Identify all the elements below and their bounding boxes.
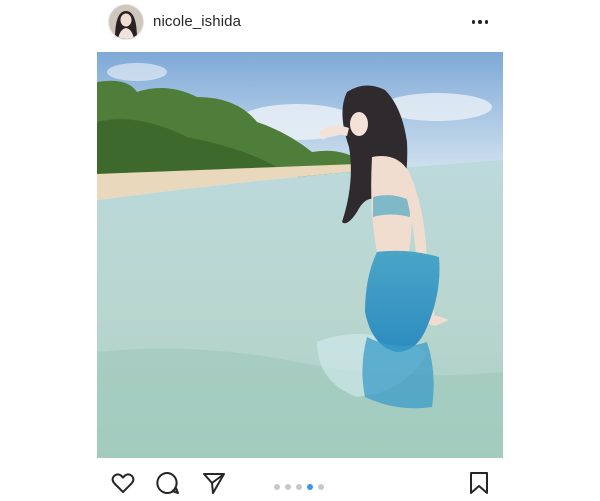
carousel-dot <box>296 484 302 490</box>
avatar[interactable] <box>108 4 144 40</box>
carousel-dot <box>285 484 291 490</box>
bookmark-icon[interactable] <box>466 470 492 496</box>
carousel-indicator <box>274 484 324 490</box>
carousel-dot <box>274 484 280 490</box>
more-options-icon[interactable] <box>468 12 492 32</box>
action-bar <box>0 462 600 500</box>
post-image <box>97 52 503 458</box>
username-link[interactable]: nicole_ishida <box>153 13 241 30</box>
carousel-dot <box>307 484 313 490</box>
post-header: nicole_ishida <box>0 0 600 46</box>
comment-icon[interactable] <box>155 470 181 496</box>
carousel-dot <box>318 484 324 490</box>
avatar-image <box>109 5 143 39</box>
heart-icon[interactable] <box>110 470 136 496</box>
post-photo[interactable] <box>97 52 503 458</box>
send-icon[interactable] <box>201 470 227 496</box>
